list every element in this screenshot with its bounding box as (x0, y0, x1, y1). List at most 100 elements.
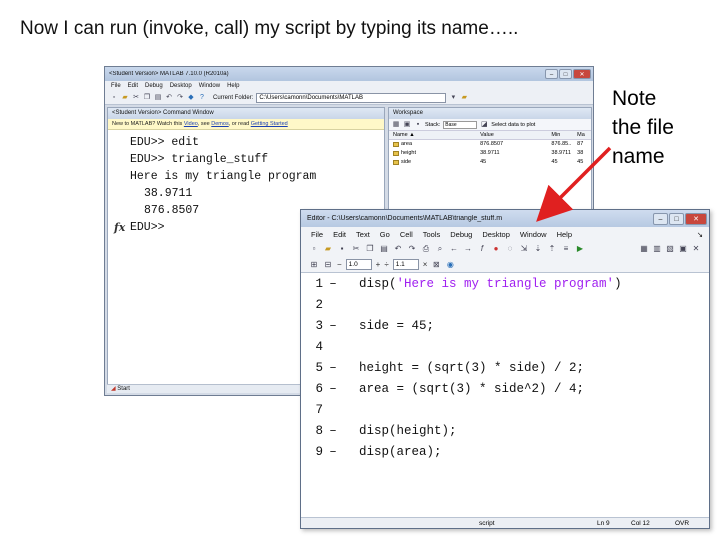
cell-info-icon[interactable]: ◉ (445, 260, 455, 270)
stack-icon[interactable]: ≡ (561, 244, 571, 254)
layout-icon[interactable]: ▧ (665, 244, 675, 254)
new-file-icon[interactable]: ▫ (309, 244, 319, 254)
editor-titlebar[interactable]: Editor - C:\Users\camonn\Documents\MATLA… (301, 210, 709, 227)
breakpoint-gutter[interactable]: – (325, 382, 341, 396)
close-button[interactable]: ✕ (573, 69, 591, 79)
column-name[interactable]: Name ▲ (389, 131, 480, 139)
save-icon[interactable]: ▪ (414, 121, 422, 129)
increment-input-1[interactable]: 1.0 (345, 259, 372, 270)
breakpoint-gutter[interactable]: – (325, 319, 341, 333)
chevron-down-icon[interactable]: ▾ (449, 94, 457, 102)
tile-icon[interactable]: ▦ (639, 244, 649, 254)
clear-breakpoint-icon[interactable]: ◌ (505, 244, 515, 254)
command-prompt[interactable]: EDU>> (130, 221, 165, 234)
workspace-row[interactable]: height 38.9711 38.9711 38 (389, 149, 591, 158)
open-folder-icon[interactable]: ▰ (121, 94, 129, 102)
getting-started-link[interactable]: Getting Started (251, 121, 288, 127)
menu-edit[interactable]: Edit (128, 83, 138, 89)
menu-help[interactable]: Help (557, 230, 572, 239)
breakpoint-icon[interactable]: ● (491, 244, 501, 254)
workspace-row[interactable]: area 876.8507 876.85.. 87 (389, 140, 591, 149)
copy-icon[interactable]: ❐ (365, 244, 375, 254)
undock-icon[interactable]: ↘ (697, 230, 703, 239)
save-icon[interactable]: ▪ (337, 244, 347, 254)
column-value[interactable]: Value (480, 131, 551, 139)
plus-icon[interactable]: + (376, 260, 381, 269)
cut-icon[interactable]: ✂ (132, 94, 140, 102)
split-icon[interactable]: ▥ (652, 244, 662, 254)
current-folder-input[interactable]: C:\Users\camonn\Documents\MATLAB (256, 92, 447, 103)
column-max[interactable]: Ma (577, 131, 591, 139)
menu-edit[interactable]: Edit (333, 230, 346, 239)
new-file-icon[interactable]: ▫ (110, 94, 118, 102)
help-icon[interactable]: ? (198, 94, 206, 102)
menu-debug[interactable]: Debug (450, 230, 472, 239)
breakpoint-gutter[interactable]: – (325, 361, 341, 375)
fx-icon[interactable]: fx (114, 219, 125, 236)
menu-desktop[interactable]: Desktop (482, 230, 510, 239)
matlab-titlebar[interactable]: <Student Version> MATLAB 7.10.0 (R2010a)… (105, 67, 593, 81)
menu-desktop[interactable]: Desktop (170, 83, 192, 89)
browse-folder-icon[interactable]: ▰ (460, 94, 468, 102)
matlab-toolbar: ▫ ▰ ✂ ❐ ▤ ↶ ↷ ◆ ? Current Folder: C:\Use… (105, 91, 593, 105)
open-folder-icon[interactable]: ▰ (323, 244, 333, 254)
minimize-button[interactable]: – (653, 212, 668, 225)
workspace-row[interactable]: side 45 45 45 (389, 158, 591, 167)
minus-icon[interactable]: − (337, 260, 342, 269)
breakpoint-gutter[interactable]: – (325, 424, 341, 438)
step-in-icon[interactable]: ⇣ (533, 244, 543, 254)
simulink-icon[interactable]: ◆ (187, 94, 195, 102)
undo-icon[interactable]: ↶ (393, 244, 403, 254)
step-icon[interactable]: ⇲ (519, 244, 529, 254)
breakpoint-gutter[interactable]: – (325, 277, 341, 291)
close-button[interactable]: ✕ (685, 212, 707, 225)
menu-debug[interactable]: Debug (145, 83, 163, 89)
menu-cell[interactable]: Cell (400, 230, 413, 239)
menu-file[interactable]: File (111, 83, 121, 89)
menu-tools[interactable]: Tools (423, 230, 441, 239)
breakpoint-gutter[interactable]: – (325, 445, 341, 459)
forward-icon[interactable]: → (463, 244, 473, 254)
note-line: Note (612, 87, 657, 110)
cell-mode-icon[interactable]: ⊠ (431, 260, 441, 270)
cut-icon[interactable]: ✂ (351, 244, 361, 254)
menu-text[interactable]: Text (356, 230, 370, 239)
video-link[interactable]: Video (184, 121, 198, 127)
maximize-button[interactable]: □ (669, 212, 684, 225)
menu-help[interactable]: Help (227, 83, 239, 89)
find-icon[interactable]: ⌕ (435, 244, 445, 254)
new-variable-icon[interactable]: ▦ (392, 121, 400, 129)
increment-input-2[interactable]: 1.1 (392, 259, 419, 270)
close-pane-icon[interactable]: ✕ (691, 244, 701, 254)
paste-icon[interactable]: ▤ (154, 94, 162, 102)
menu-go[interactable]: Go (380, 230, 390, 239)
undo-icon[interactable]: ↶ (165, 94, 173, 102)
menu-file[interactable]: File (311, 230, 323, 239)
cell-eval-icon[interactable]: ⊟ (323, 260, 333, 270)
minimize-button[interactable]: – (545, 69, 558, 79)
multiply-icon[interactable]: × (423, 260, 428, 269)
plot-icon[interactable]: ◪ (480, 121, 488, 129)
print-icon[interactable]: ⎙ (421, 244, 431, 254)
maximize-pane-icon[interactable]: ▣ (678, 244, 688, 254)
demos-link[interactable]: Demos (211, 121, 228, 127)
line-number: 1 (315, 276, 323, 291)
function-icon[interactable]: f (477, 244, 487, 254)
column-min[interactable]: Min (551, 131, 577, 139)
step-out-icon[interactable]: ⇡ (547, 244, 557, 254)
code-editor[interactable]: 1– disp('Here is my triangle program') 2… (301, 273, 709, 497)
plot-select[interactable]: Select data to plot (491, 122, 535, 128)
copy-icon[interactable]: ❐ (143, 94, 151, 102)
cell-icon[interactable]: ⊞ (309, 260, 319, 270)
redo-icon[interactable]: ↷ (176, 94, 184, 102)
open-variable-icon[interactable]: ▣ (403, 121, 411, 129)
redo-icon[interactable]: ↷ (407, 244, 417, 254)
back-icon[interactable]: ← (449, 244, 459, 254)
paste-icon[interactable]: ▤ (379, 244, 389, 254)
stack-select[interactable]: Base (443, 120, 478, 129)
menu-window[interactable]: Window (199, 83, 220, 89)
menu-window[interactable]: Window (520, 230, 547, 239)
maximize-button[interactable]: □ (559, 69, 572, 79)
run-icon[interactable]: ▶ (575, 244, 585, 254)
divide-icon[interactable]: ÷ (384, 260, 388, 269)
